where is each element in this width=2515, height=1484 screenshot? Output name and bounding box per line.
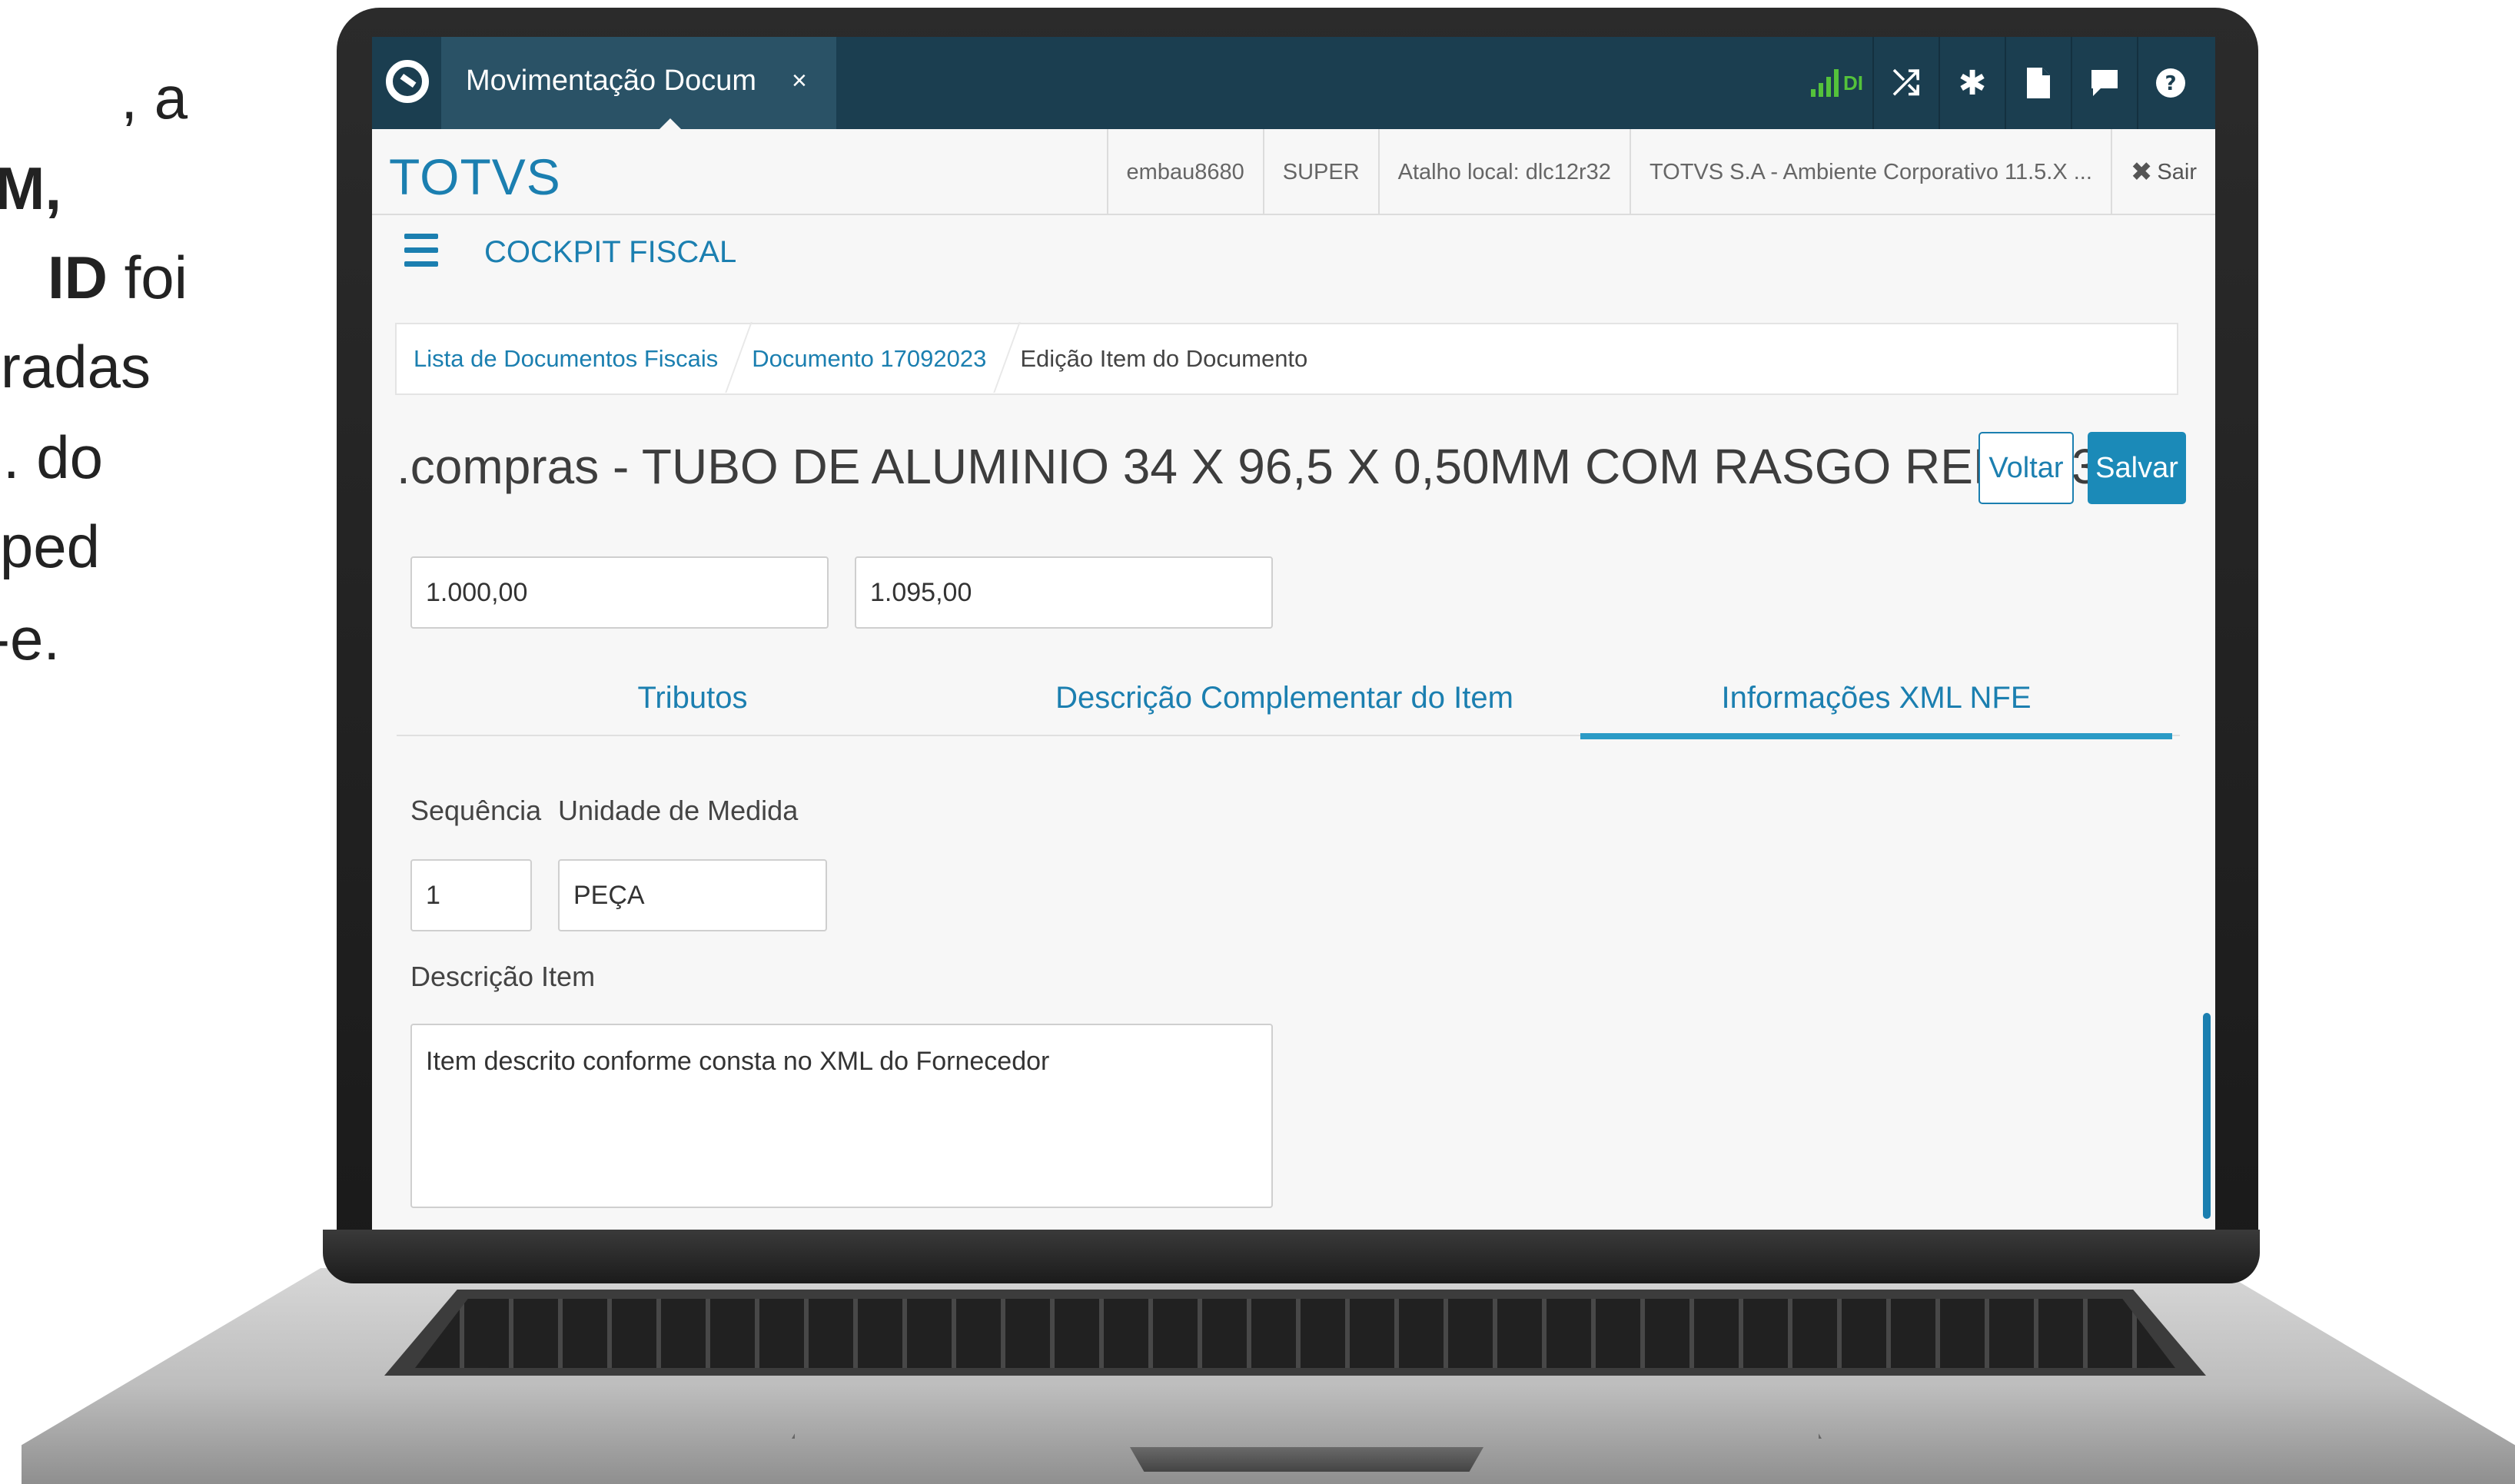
value-field-1[interactable]: 1.000,00: [410, 556, 829, 629]
sequence-field[interactable]: 1: [410, 859, 532, 931]
window-tab[interactable]: Movimentação Docum ×: [441, 37, 836, 131]
back-button[interactable]: Voltar: [1978, 432, 2074, 504]
module-title: COCKPIT FISCAL: [484, 235, 737, 269]
tab-informacoes-xml[interactable]: Informações XML NFE: [1580, 667, 2172, 739]
shuffle-icon[interactable]: ⤮: [1872, 37, 1939, 129]
svg-text:?: ?: [2164, 72, 2176, 95]
page-title: .compras - TUBO DE ALUMINIO 34 X 96,5 X …: [397, 439, 2127, 494]
slide-word: foi: [107, 244, 188, 311]
chat-icon[interactable]: [2071, 37, 2137, 129]
slide-line-1: , a: [121, 64, 188, 131]
keyboard-keys: [415, 1299, 2175, 1368]
slide-text: , a M, ID foi radas . do ped -e.: [0, 0, 338, 692]
laptop-screen: Movimentação Docum × DI ⤮ ✱ ? TOTVS emba…: [372, 37, 2215, 1230]
slide-line-7: -e.: [0, 605, 60, 672]
save-button[interactable]: Salvar: [2088, 432, 2186, 504]
unit-field[interactable]: PEÇA: [558, 859, 827, 931]
unit-label: Unidade de Medida: [558, 795, 799, 826]
tab-close-icon[interactable]: ×: [792, 66, 807, 96]
breadcrumb-item-list[interactable]: Lista de Documentos Fiscais: [397, 345, 735, 373]
description-textarea[interactable]: Item descrito conforme consta no XML do …: [410, 1024, 1273, 1208]
header-info: embau8680 SUPER Atalho local: dlc12r32 T…: [1106, 129, 2215, 215]
module-nav: COCKPIT FISCAL: [372, 215, 2215, 298]
top-bar: Movimentação Docum × DI ⤮ ✱ ?: [372, 37, 2215, 131]
sequence-label: Sequência: [410, 795, 542, 826]
description-label: Descrição Item: [410, 961, 596, 992]
detail-tabs: Tributos Descrição Complementar do Item …: [397, 667, 2180, 739]
scrollbar[interactable]: [2203, 1013, 2211, 1219]
header-user[interactable]: embau8680: [1106, 129, 1263, 215]
app-header: TOTVS embau8680 SUPER Atalho local: dlc1…: [372, 129, 2215, 215]
header-environment[interactable]: TOTVS S.A - Ambiente Corporativo 11.5.X …: [1629, 129, 2111, 215]
laptop-hinge: [323, 1230, 2260, 1283]
exit-button[interactable]: ✖ Sair: [2110, 129, 2215, 215]
slide-line-3: ID foi: [48, 247, 188, 307]
header-shortcut[interactable]: Atalho local: dlc12r32: [1377, 129, 1630, 215]
breadcrumb-item-document[interactable]: Documento 17092023: [735, 345, 1003, 373]
slide-bold-word: ID: [47, 244, 108, 311]
menu-icon[interactable]: [404, 234, 438, 271]
tab-descricao-complementar[interactable]: Descrição Complementar do Item: [988, 667, 1580, 736]
signal-icon[interactable]: DI: [1802, 37, 1872, 129]
help-icon[interactable]: ?: [2137, 37, 2203, 129]
slide-line-4: radas: [0, 333, 151, 400]
breadcrumb: Lista de Documentos Fiscais Documento 17…: [395, 323, 2178, 395]
app-logo-icon[interactable]: [386, 60, 429, 103]
slide-line-2: M,: [0, 154, 61, 222]
exit-icon: ✖: [2130, 158, 2153, 187]
slide-line-5: . do: [2, 423, 103, 491]
signal-label: DI: [1843, 71, 1863, 95]
document-icon[interactable]: [2005, 37, 2071, 129]
slide-line-6: ped: [0, 513, 100, 580]
laptop-notch: [1130, 1447, 1483, 1472]
gear-icon[interactable]: ✱: [1939, 37, 2005, 129]
tab-title: Movimentação Docum: [466, 65, 757, 97]
top-icons: DI ⤮ ✱ ?: [1802, 37, 2203, 129]
value-field-2[interactable]: 1.095,00: [855, 556, 1273, 629]
tab-tributos[interactable]: Tributos: [397, 667, 988, 736]
trackpad: [792, 1369, 1822, 1439]
exit-label: Sair: [2157, 159, 2197, 184]
header-role[interactable]: SUPER: [1262, 129, 1378, 215]
brand-logo: TOTVS: [389, 148, 561, 205]
breadcrumb-item-current: Edição Item do Documento: [1020, 345, 1308, 372]
